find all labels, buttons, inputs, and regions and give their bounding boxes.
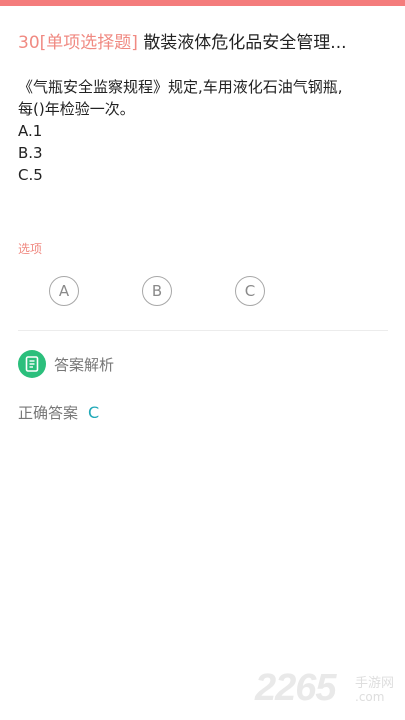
- question-type: [单项选择题]: [39, 33, 138, 53]
- option-b-button[interactable]: B: [142, 276, 172, 306]
- divider: [18, 330, 388, 331]
- choice-b-text: B.3: [18, 144, 43, 162]
- options-label: 选项: [18, 242, 43, 256]
- question-number: 30: [18, 33, 40, 53]
- option-a-button[interactable]: A: [49, 276, 79, 306]
- question-body: 《气瓶安全监察规程》规定,车用液化石油气钢瓶, 每()年检验一次。 A.1 B.…: [18, 76, 390, 186]
- question-title: 散装液体危化品安全管理...: [143, 33, 347, 53]
- watermark-number: 2265: [255, 667, 337, 709]
- correct-answer-value: C: [88, 403, 100, 422]
- choice-c-text: C.5: [18, 166, 43, 184]
- answer-analysis-header: 答案解析: [18, 350, 114, 378]
- question-stem-line-1: 《气瓶安全监察规程》规定,车用液化石油气钢瓶,: [18, 78, 343, 96]
- watermark-site-name: 手游网: [355, 676, 395, 691]
- choice-a-text: A.1: [18, 122, 43, 140]
- watermark-domain: .com: [355, 690, 385, 704]
- document-icon: [18, 350, 46, 378]
- answer-analysis-label: 答案解析: [54, 355, 115, 374]
- top-accent-bar: [0, 0, 405, 6]
- watermark-logo: 2265 手游网 .com: [255, 666, 405, 720]
- question-header: 30[单项选择题] 散装液体危化品安全管理...: [18, 30, 390, 56]
- correct-answer-row: 正确答案 C: [18, 402, 99, 423]
- correct-answer-label: 正确答案: [18, 404, 79, 422]
- question-stem-line-2: 每()年检验一次。: [18, 100, 135, 118]
- option-c-button[interactable]: C: [235, 276, 265, 306]
